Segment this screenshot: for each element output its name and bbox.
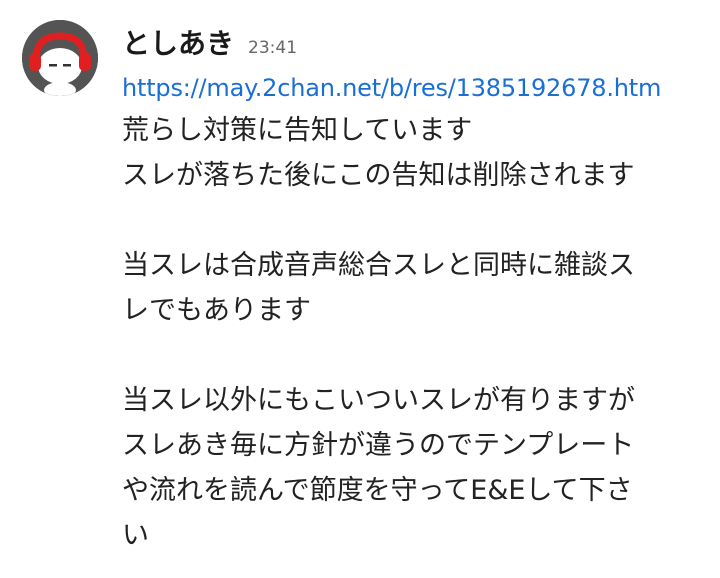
message-line: レでもあります <box>122 295 311 326</box>
message-header: としあき 23:41 <box>122 24 297 64</box>
avatar[interactable] <box>22 20 98 96</box>
message-body: https://may.2chan.net/b/res/1385192678.h… <box>122 68 712 558</box>
thread-link[interactable]: https://may.2chan.net/b/res/1385192678.h… <box>122 68 712 108</box>
message-line: や流れを読んで節度を守ってE&Eして下さ <box>122 475 633 506</box>
author-name[interactable]: としあき <box>122 24 234 64</box>
message-line: 当スレ以外にもこいついスレが有りますが <box>122 385 635 416</box>
message-line: スレが落ちた後にこの告知は削除されます <box>122 160 635 191</box>
message-line: い <box>122 520 149 551</box>
character-avatar-icon <box>22 20 98 96</box>
chat-message: としあき 23:41 https://may.2chan.net/b/res/1… <box>0 0 720 578</box>
message-timestamp: 23:41 <box>248 38 298 58</box>
message-line: スレあき毎に方針が違うのでテンプレート <box>122 430 635 461</box>
message-line: 当スレは合成音声総合スレと同時に雑談ス <box>122 250 635 281</box>
message-line: 荒らし対策に告知しています <box>122 115 473 146</box>
